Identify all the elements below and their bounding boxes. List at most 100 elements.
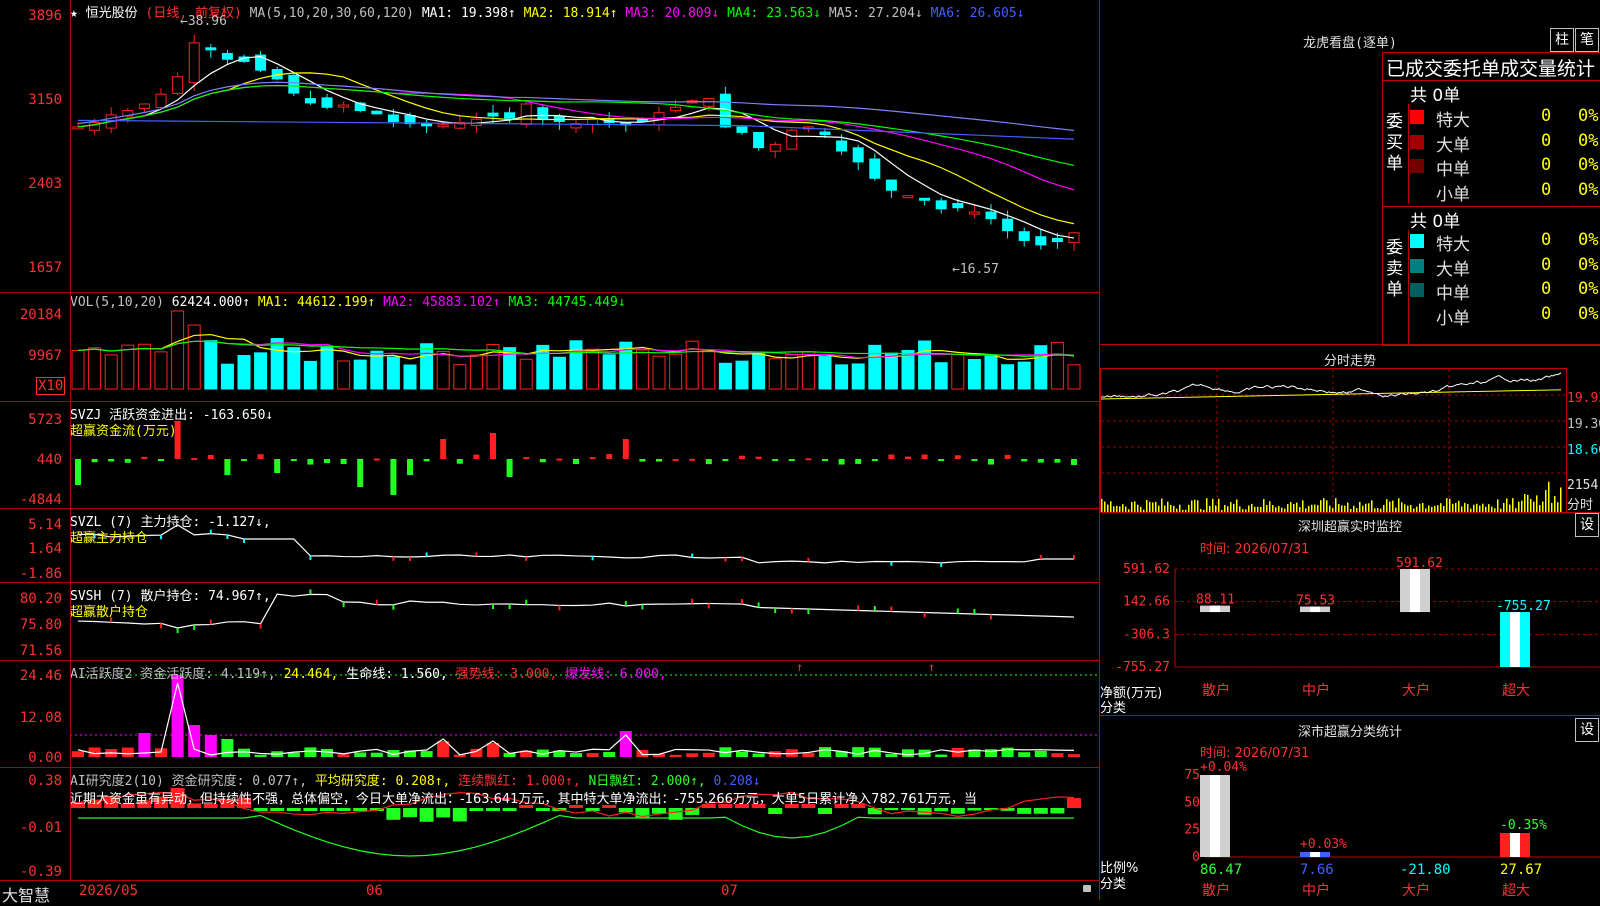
order-count: 0 bbox=[1541, 130, 1552, 151]
activity-bar bbox=[935, 754, 948, 757]
activity-bar bbox=[470, 748, 483, 757]
ai-research-pane[interactable]: AI研究度2(10) 资金研究度: 0.077↑, 平均研究度: 0.208↑,… bbox=[0, 768, 1100, 880]
fenshi-vol-bar bbox=[1545, 490, 1547, 512]
holding-tick bbox=[807, 609, 810, 614]
activity-bar bbox=[487, 743, 499, 757]
fenshi-vol-bar bbox=[1146, 499, 1148, 512]
fenshi-vol-bar bbox=[1518, 501, 1520, 512]
volume-bar bbox=[718, 362, 732, 390]
tick-mode-button[interactable]: 笔 bbox=[1575, 28, 1599, 52]
volume-bar bbox=[768, 358, 782, 390]
res-item: N日飘红: 2.000↑, bbox=[588, 774, 714, 789]
ai-activity-pane[interactable]: ↑ ↑ AI活跃度2 资金活跃度: 4.119↑, 24.464, 生命线: 1.… bbox=[0, 660, 1100, 768]
monitor-chart[interactable]: 591.62 142.66 -306.3 -755.27 88.11 散户 75.53 中户 5… bbox=[1100, 535, 1600, 715]
activity-bar bbox=[354, 752, 367, 757]
star-icon[interactable]: ★ bbox=[70, 6, 78, 21]
svzl-pane[interactable]: SVZL (7) 主力持仓: -1.127↓, 超赢主力持仓 bbox=[0, 509, 1100, 583]
holding-tick bbox=[525, 556, 528, 561]
ma3-line bbox=[77, 84, 1075, 191]
candle-body bbox=[703, 98, 715, 107]
research-bar bbox=[685, 808, 700, 815]
kline-chart[interactable] bbox=[0, 0, 1100, 292]
activity-bar bbox=[337, 754, 350, 757]
candle-body bbox=[869, 158, 881, 179]
svzl-tick: 5.14 bbox=[28, 517, 62, 533]
monitor-category: 散户 bbox=[1202, 682, 1230, 699]
volume-bar bbox=[934, 362, 948, 390]
fund-flow-bar bbox=[307, 459, 314, 465]
volume-bar bbox=[801, 351, 815, 390]
order-percent: 0% bbox=[1578, 130, 1599, 151]
fenshi-vol-bar bbox=[1422, 503, 1424, 512]
monitor-settings-button[interactable]: 设 bbox=[1575, 513, 1599, 537]
fund-flow-bar bbox=[573, 459, 579, 465]
fund-flow-bar bbox=[888, 454, 895, 459]
ma-item: MA4: 23.563↓ bbox=[727, 6, 829, 21]
class-chart[interactable]: 75 50 25 0 +0.04% 86.47 散户 +0.03% 7.66 中户 -21.80 大户… bbox=[1100, 735, 1600, 900]
svzj-pane[interactable]: SVZJ 活跃资金进出: -163.650↓ 超赢资金流(万元) bbox=[0, 402, 1100, 509]
activity-bar bbox=[636, 750, 649, 757]
fenshi-tick: 19.93 bbox=[1567, 391, 1600, 406]
svzj-axis: 5723 440 -4844 bbox=[0, 402, 71, 508]
legend-swatch bbox=[1410, 159, 1424, 173]
holding-tick bbox=[392, 556, 395, 561]
order-count: 0 bbox=[1541, 279, 1552, 299]
volume-bar bbox=[735, 360, 749, 390]
holding-tick bbox=[707, 603, 710, 609]
holding-tick bbox=[641, 604, 644, 610]
candle-body bbox=[155, 93, 167, 108]
fenshi-vol-bar bbox=[1290, 502, 1292, 512]
volume-bar bbox=[702, 349, 716, 390]
date-tick: 06 bbox=[366, 883, 383, 899]
volume-bar bbox=[337, 360, 351, 390]
fund-flow-bar bbox=[755, 456, 762, 459]
activity-bar bbox=[802, 752, 815, 757]
fenshi-vol-bar bbox=[1365, 503, 1367, 512]
fenshi-vol-bar bbox=[1539, 505, 1541, 512]
brand-logo[interactable]: 大智慧 bbox=[2, 882, 50, 906]
bar-mode-button[interactable]: 柱 bbox=[1550, 28, 1574, 52]
fenshi-frame[interactable] bbox=[1100, 368, 1567, 513]
monitor-value: 88.11 bbox=[1196, 593, 1235, 608]
research-bar bbox=[652, 808, 666, 814]
activity-bar bbox=[852, 747, 865, 757]
volume-bar bbox=[519, 358, 533, 390]
fenshi-vol-bar bbox=[1161, 498, 1163, 512]
svsh-axis: 80.20 75.80 71.56 bbox=[0, 583, 71, 660]
research-bar bbox=[884, 808, 899, 811]
svzl-tick: 1.64 bbox=[28, 541, 62, 557]
candle-body bbox=[736, 126, 748, 133]
svsh-pane[interactable]: SVSH (7) 散户持仓: 74.967↑, 超赢散户持仓 bbox=[0, 583, 1100, 661]
price-tick: 3150 bbox=[28, 92, 62, 108]
candle-body bbox=[786, 129, 798, 150]
fenshi-vol-bar bbox=[1548, 481, 1550, 512]
fund-flow-bar bbox=[407, 459, 413, 475]
holding-tick bbox=[807, 557, 810, 562]
fund-flow-bar bbox=[108, 459, 115, 462]
ma-item: MA2: 18.914↑ bbox=[523, 6, 626, 21]
fenshi-vol-bar bbox=[1152, 502, 1154, 512]
research-bar bbox=[286, 808, 301, 811]
monitor-value: 75.53 bbox=[1296, 594, 1335, 609]
monitor-tick: 591.62 bbox=[1123, 562, 1170, 577]
fund-flow-bar bbox=[373, 458, 380, 461]
holding-tick bbox=[724, 557, 727, 562]
class-tick: 25 bbox=[1184, 823, 1200, 838]
date-tick: 2026/05 bbox=[79, 883, 139, 899]
legend-swatch bbox=[1410, 110, 1424, 124]
fenshi-chart[interactable] bbox=[1100, 369, 1566, 512]
activity-bar bbox=[1051, 753, 1064, 757]
fenshi-vol-bar bbox=[1215, 505, 1217, 512]
volume-bar bbox=[270, 338, 284, 390]
fund-flow-bar bbox=[838, 459, 845, 465]
fund-flow-bar bbox=[506, 459, 513, 477]
res-tick: -0.01 bbox=[19, 820, 62, 836]
fenshi-vol-bar bbox=[1359, 501, 1361, 512]
volume-pane[interactable]: VOL(5,10,20) 62424.000↑ MA1: 44612.199↑ … bbox=[0, 293, 1100, 402]
candle-body bbox=[72, 126, 84, 130]
kline-pane[interactable]: ★ 恒光股份 (日线, 前复权) MA(5,10,20,30,60,120) M… bbox=[0, 0, 1100, 293]
lock-icon[interactable] bbox=[1083, 885, 1091, 892]
candle-body bbox=[587, 118, 599, 125]
volume-bar bbox=[635, 349, 649, 390]
fenshi-title: 分时走势 bbox=[1323, 354, 1376, 369]
